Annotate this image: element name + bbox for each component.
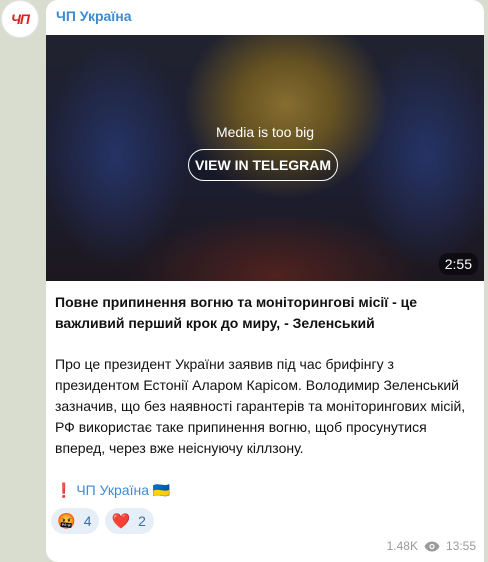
channel-name[interactable]: ЧП Україна [56,8,132,24]
post-text: Повне припинення вогню та моніторингові … [55,292,477,501]
reactions-bar: 🤬 4 ❤️ 2 [51,508,154,534]
media-too-big-message: Media is too big [215,124,315,140]
video-duration-badge: 2:55 [438,253,478,275]
eye-icon [424,541,440,552]
view-count: 1.48K [386,539,418,553]
heart-icon: ❤️ [111,513,131,530]
message-time: 13:55 [445,539,476,553]
post-body: Про це президент України заявив під час … [55,356,466,456]
reaction-heart[interactable]: ❤️ 2 [105,508,154,534]
angry-face-icon: 🤬 [57,513,76,530]
media-preview[interactable]: Media is too big VIEW IN TELEGRAM 2:55 [46,35,484,281]
reaction-count: 4 [83,513,92,529]
post-footer: ❗️ ЧП Україна 🇺🇦 [55,480,477,501]
post-headline: Повне припинення вогню та моніторингові … [55,294,418,331]
message-bubble: ЧП Україна Media is too big VIEW IN TELE… [46,0,484,562]
exclamation-icon: ❗️ [55,482,73,498]
channel-link[interactable]: ЧП Україна [76,482,149,498]
channel-avatar[interactable]: ЧП [1,0,39,38]
view-in-telegram-button[interactable]: VIEW IN TELEGRAM [188,149,338,181]
message-meta: 1.48K 13:55 [387,539,476,553]
avatar-label: ЧП [11,11,30,27]
ukraine-flag-icon: 🇺🇦 [152,482,171,498]
reaction-count: 2 [138,513,146,529]
reaction-angry[interactable]: 🤬 4 [51,508,100,534]
